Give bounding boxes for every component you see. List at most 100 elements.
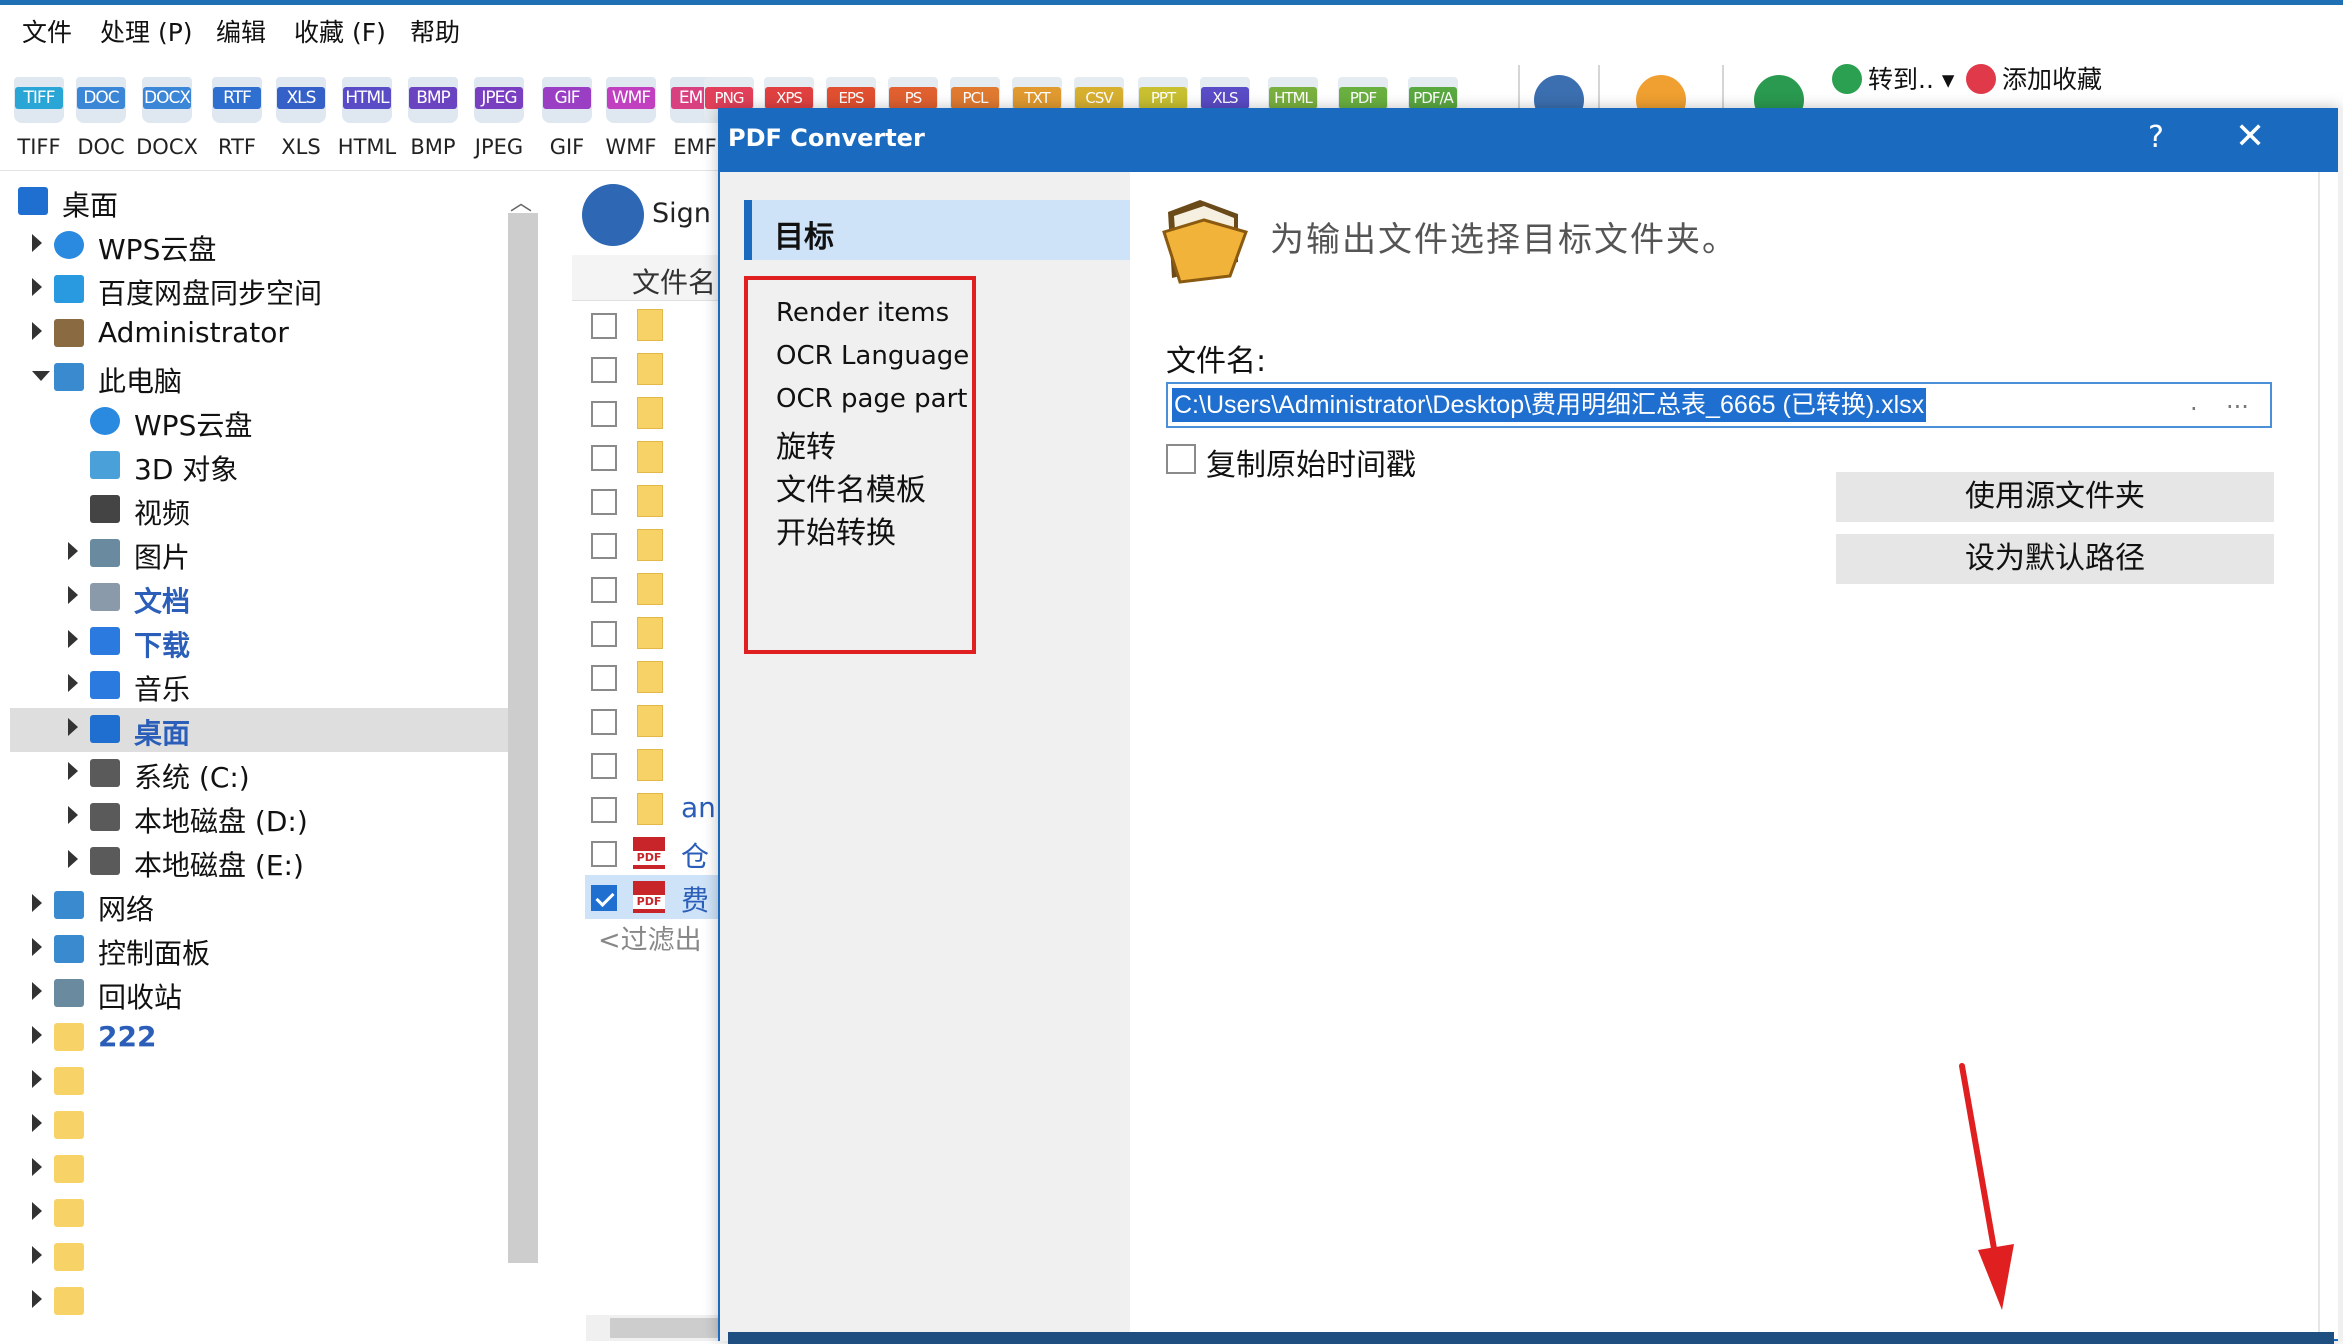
format-button-jpeg[interactable]: JPEG JPEG xyxy=(468,63,530,163)
use-source-folder-button[interactable]: 使用源文件夹 xyxy=(1836,472,2274,522)
format-button-docx[interactable]: DOCX DOCX xyxy=(136,63,198,163)
nav-item-start-conversion[interactable]: 开始转换 xyxy=(776,508,896,552)
sign-button[interactable]: Sign xyxy=(582,182,732,252)
dot-button[interactable]: . xyxy=(2190,388,2198,416)
folder-icon xyxy=(54,1111,84,1139)
file-row[interactable] xyxy=(585,303,725,347)
menu-edit[interactable]: 编辑 xyxy=(216,13,266,49)
close-button[interactable]: ✕ xyxy=(2235,116,2265,157)
nav-item-rotate[interactable]: 旋转 xyxy=(776,422,836,466)
row-checkbox[interactable] xyxy=(591,357,617,383)
nav-item-target[interactable]: 目标 xyxy=(744,200,1130,260)
dialog-title-bar[interactable]: PDF Converter ? ✕ xyxy=(720,110,2338,172)
expand-arrow-icon[interactable] xyxy=(32,1158,42,1176)
expand-arrow-icon[interactable] xyxy=(32,1114,42,1132)
row-checkbox[interactable] xyxy=(591,401,617,427)
filter-placeholder[interactable]: <过滤出 xyxy=(598,918,702,957)
folder-icon xyxy=(637,661,663,693)
expand-arrow-icon[interactable] xyxy=(68,542,78,560)
expand-arrow-icon[interactable] xyxy=(32,234,42,252)
row-checkbox[interactable] xyxy=(591,709,617,735)
row-checkbox[interactable] xyxy=(591,841,617,867)
copy-timestamp-checkbox[interactable] xyxy=(1166,444,1196,474)
row-checkbox[interactable] xyxy=(591,445,617,471)
row-checkbox[interactable] xyxy=(591,577,617,603)
row-checkbox[interactable] xyxy=(591,665,617,691)
format-button-gif[interactable]: GIF GIF xyxy=(536,63,598,163)
goto-button[interactable]: 转到.. ▾ xyxy=(1832,60,1954,96)
file-row[interactable] xyxy=(585,523,725,567)
html-file-icon: HTML xyxy=(342,77,392,123)
expand-arrow-icon[interactable] xyxy=(68,718,78,736)
expand-arrow-icon[interactable] xyxy=(32,1070,42,1088)
format-button-doc[interactable]: DOC DOC xyxy=(70,63,132,163)
tree-item-label: 桌面 xyxy=(134,717,191,750)
row-checkbox[interactable] xyxy=(591,533,617,559)
file-row[interactable] xyxy=(585,699,725,743)
format-button-rtf[interactable]: RTF RTF xyxy=(206,63,268,163)
format-button-html[interactable]: HTML HTML xyxy=(336,63,398,163)
filename-input[interactable]: C:\Users\Administrator\Desktop\费用明细汇总表_6… xyxy=(1166,382,2272,428)
expand-arrow-icon[interactable] xyxy=(32,938,42,956)
column-header-filename[interactable]: 文件名 xyxy=(572,255,722,301)
file-row[interactable] xyxy=(585,567,725,611)
row-checkbox[interactable] xyxy=(591,621,617,647)
tree-item-label: 下载 xyxy=(134,629,191,662)
pdf-file-icon xyxy=(633,881,665,913)
file-row[interactable] xyxy=(585,743,725,787)
browse-button[interactable]: ... xyxy=(2226,386,2249,414)
cube-icon xyxy=(90,451,120,479)
menu-file[interactable]: 文件 xyxy=(22,13,72,49)
file-row[interactable] xyxy=(585,655,725,699)
expand-arrow-icon[interactable] xyxy=(68,674,78,692)
format-button-xls[interactable]: XLS XLS xyxy=(270,63,332,163)
expand-arrow-icon[interactable] xyxy=(32,1026,42,1044)
expand-arrow-icon[interactable] xyxy=(32,1246,42,1264)
dialog-right-edge xyxy=(2318,172,2340,1332)
file-row[interactable] xyxy=(585,391,725,435)
row-checkbox[interactable] xyxy=(591,885,617,911)
expand-arrow-icon[interactable] xyxy=(32,894,42,912)
add-favorite-button[interactable]: 添加收藏 xyxy=(1966,60,2102,96)
nav-item-render-items[interactable]: Render items xyxy=(776,298,949,328)
file-row[interactable] xyxy=(585,435,725,479)
file-row[interactable]: 费 xyxy=(585,875,725,919)
format-button-wmf[interactable]: WMF WMF xyxy=(600,63,662,163)
format-button-bmp[interactable]: BMP BMP xyxy=(402,63,464,163)
file-row[interactable]: 仓 xyxy=(585,831,725,875)
row-checkbox[interactable] xyxy=(591,489,617,515)
nav-item-filename-template[interactable]: 文件名模板 xyxy=(776,465,926,509)
expand-arrow-icon[interactable] xyxy=(68,806,78,824)
row-checkbox[interactable] xyxy=(591,313,617,339)
set-default-path-button[interactable]: 设为默认路径 xyxy=(1836,534,2274,584)
row-checkbox[interactable] xyxy=(591,797,617,823)
menu-help[interactable]: 帮助 xyxy=(410,13,460,49)
expand-arrow-icon[interactable] xyxy=(68,630,78,648)
hscroll-thumb[interactable] xyxy=(610,1318,720,1338)
expand-arrow-icon[interactable] xyxy=(68,762,78,780)
row-checkbox[interactable] xyxy=(591,753,617,779)
expand-arrow-icon[interactable] xyxy=(32,982,42,1000)
expand-arrow-icon[interactable] xyxy=(68,850,78,868)
file-row[interactable]: an xyxy=(585,787,725,831)
nav-item-ocr-language[interactable]: OCR Language xyxy=(776,341,969,371)
expand-arrow-icon[interactable] xyxy=(32,322,42,340)
tree-scrollbar[interactable] xyxy=(508,213,538,1263)
file-row[interactable] xyxy=(585,479,725,523)
help-button[interactable]: ? xyxy=(2148,120,2164,155)
nav-item-ocr-page-part[interactable]: OCR page part xyxy=(776,384,967,414)
expand-arrow-icon[interactable] xyxy=(32,1290,42,1308)
filename-value: C:\Users\Administrator\Desktop\费用明细汇总表_6… xyxy=(1172,388,1927,422)
folder-icon xyxy=(637,309,663,341)
expand-arrow-icon[interactable] xyxy=(32,278,42,296)
expand-arrow-icon[interactable] xyxy=(68,586,78,604)
folder-icon xyxy=(54,1199,84,1227)
menu-favorites[interactable]: 收藏 (F) xyxy=(294,13,386,49)
file-row[interactable] xyxy=(585,611,725,655)
collapse-arrow-icon[interactable] xyxy=(32,371,50,381)
folder-icon xyxy=(637,573,663,605)
expand-arrow-icon[interactable] xyxy=(32,1202,42,1220)
format-button-tiff[interactable]: TIFF TIFF xyxy=(8,63,70,163)
menu-process[interactable]: 处理 (P) xyxy=(100,13,193,49)
file-row[interactable] xyxy=(585,347,725,391)
